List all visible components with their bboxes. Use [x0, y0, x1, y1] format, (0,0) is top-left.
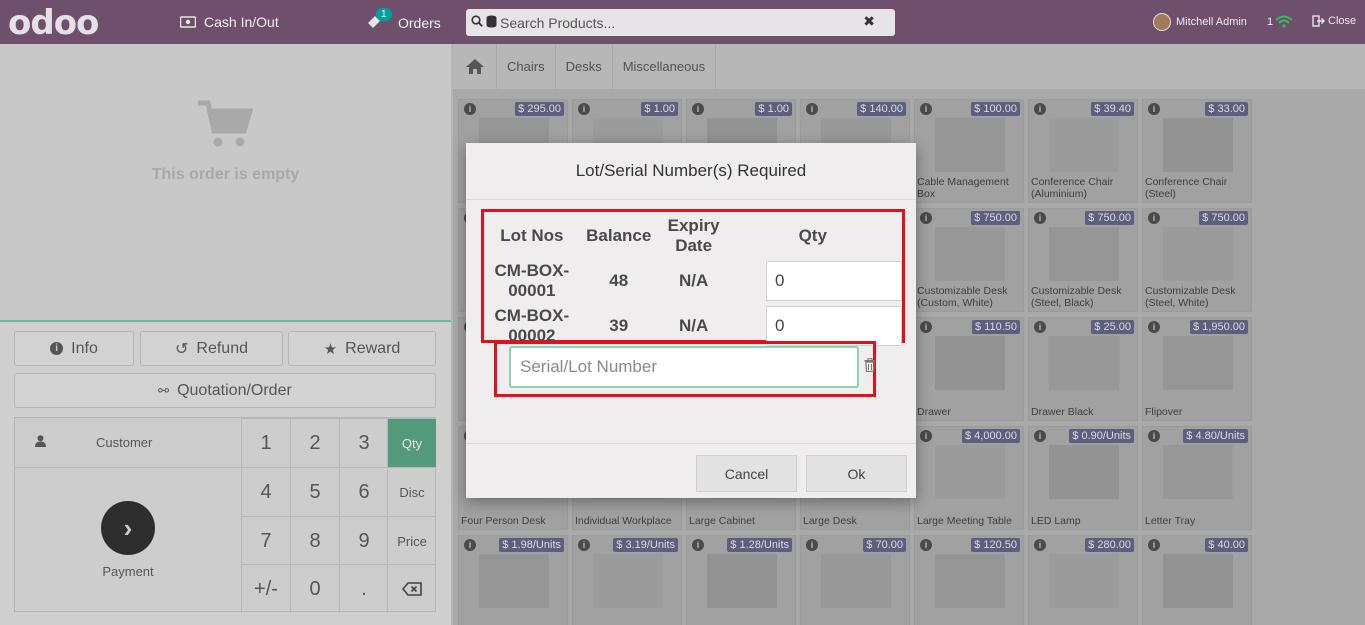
barcode-database-icon	[486, 15, 497, 31]
user-menu[interactable]: Mitchell Admin	[1153, 13, 1247, 31]
lot-expiry: N/A	[679, 270, 709, 290]
lot-qty-input[interactable]	[766, 260, 902, 301]
avatar	[1153, 13, 1171, 31]
connection-count: 1	[1267, 15, 1274, 28]
top-bar: odoo Cash In/Out 1 Orders ✖ Mitchell Adm…	[0, 0, 1365, 44]
lot-table: Lot Nos Balance Expiry Date Qty CM-BOX-0…	[490, 214, 902, 348]
cash-in-out-label: Cash In/Out	[204, 14, 279, 30]
cash-in-out-button[interactable]: Cash In/Out	[180, 14, 279, 30]
lot-table-highlight: Lot Nos Balance Expiry Date Qty CM-BOX-0…	[481, 209, 905, 346]
ticket-icon: 1	[366, 8, 392, 31]
dialog-title: Lot/Serial Number(s) Required	[466, 143, 916, 200]
sign-out-icon	[1312, 15, 1325, 27]
serial-lot-number-input[interactable]	[509, 346, 859, 388]
connection-status[interactable]: 1	[1267, 15, 1293, 28]
lot-balance: 48	[609, 270, 629, 290]
wifi-icon	[1275, 15, 1293, 28]
trash-icon[interactable]	[864, 357, 876, 377]
serial-input-highlight	[494, 341, 876, 397]
search-products-input[interactable]	[500, 14, 850, 31]
lot-serial-dialog: Lot/Serial Number(s) Required Lot Nos Ba…	[466, 143, 916, 498]
lot-number: CM-BOX-00001	[494, 260, 570, 300]
close-label: Close	[1328, 15, 1357, 27]
header-lot-nos: Lot Nos	[500, 226, 564, 245]
cancel-button[interactable]: Cancel	[696, 455, 797, 492]
lot-qty-input[interactable]	[766, 305, 902, 346]
lot-table-header: Lot Nos Balance Expiry Date Qty	[490, 214, 902, 258]
cash-icon	[180, 16, 196, 28]
odoo-logo: odoo	[8, 3, 99, 43]
header-balance: Balance	[586, 226, 652, 245]
product-search: ✖	[466, 9, 895, 36]
user-name: Mitchell Admin	[1176, 16, 1247, 28]
search-icon	[471, 15, 483, 30]
ok-button[interactable]: Ok	[806, 455, 907, 492]
orders-label: Orders	[398, 14, 441, 31]
header-expiry-date: Expiry Date	[667, 216, 720, 255]
table-row: CM-BOX-00001 48 N/A	[490, 258, 902, 303]
clear-search-icon[interactable]: ✖	[863, 13, 875, 30]
dialog-footer: Cancel Ok	[466, 443, 916, 498]
close-session-button[interactable]: Close	[1312, 15, 1356, 27]
header-qty: Qty	[798, 226, 827, 245]
orders-count-badge: 1	[376, 8, 392, 21]
orders-button[interactable]: 1 Orders	[366, 8, 441, 31]
